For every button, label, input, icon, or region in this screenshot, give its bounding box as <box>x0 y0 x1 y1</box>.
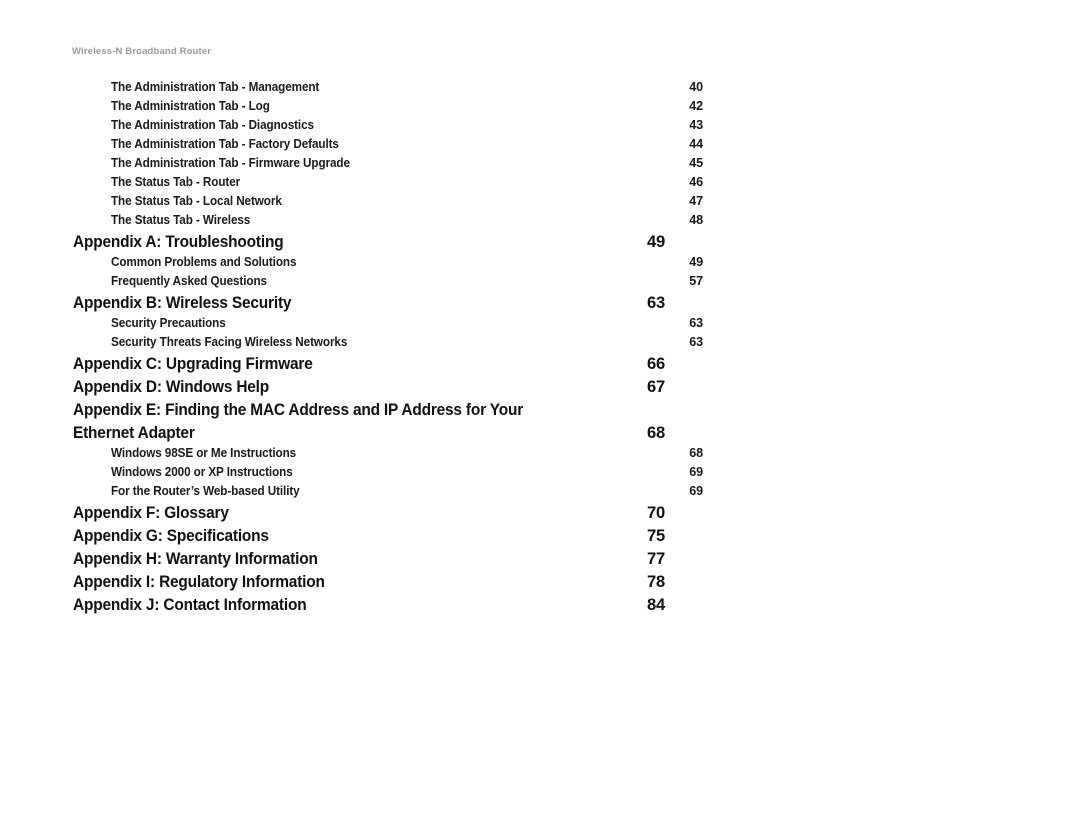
toc-entry[interactable]: Appendix I: Regulatory Information 78 <box>72 570 665 593</box>
table-of-contents: The Administration Tab - Management 40 The… <box>72 78 703 616</box>
toc-entry[interactable]: The Administration Tab - Firmware Upgrad… <box>72 154 703 173</box>
toc-entry-title: Common Problems and Solutions <box>111 255 297 269</box>
toc-entry-page-number: 42 <box>689 99 703 113</box>
toc-entry-page-number: 69 <box>689 484 703 498</box>
toc-entry[interactable]: The Status Tab - Wireless 48 <box>72 211 703 230</box>
toc-entry[interactable]: Windows 98SE or Me Instructions 68 <box>72 444 703 463</box>
toc-entry[interactable]: Appendix J: Contact Information 84 <box>72 593 665 616</box>
toc-entry-title: Appendix A: Troubleshooting <box>73 232 284 251</box>
running-header: Wireless-N Broadband Router <box>72 46 212 57</box>
toc-entry[interactable]: The Administration Tab - Management 40 <box>72 78 703 97</box>
toc-entry-page-number: 69 <box>689 465 703 479</box>
toc-entry[interactable]: The Administration Tab - Log 42 <box>72 97 703 116</box>
toc-entry-page-number: 47 <box>689 194 703 208</box>
toc-entry-page-number: 75 <box>646 526 665 545</box>
toc-entry-title: Appendix G: Specifications <box>73 526 269 545</box>
toc-entry-page-number: 68 <box>646 423 665 442</box>
toc-entry-page-number: 57 <box>689 274 703 288</box>
toc-entry-page-number: 68 <box>689 446 703 460</box>
toc-entry[interactable]: The Administration Tab - Diagnostics 43 <box>72 116 703 135</box>
toc-entry-title: Appendix C: Upgrading Firmware <box>73 354 313 373</box>
toc-entry[interactable]: The Administration Tab - Factory Default… <box>72 135 703 154</box>
toc-entry-title: Security Threats Facing Wireless Network… <box>111 335 348 349</box>
toc-entry[interactable]: Security Precautions 63 <box>72 314 703 333</box>
toc-entry-page-number: 43 <box>689 118 703 132</box>
toc-entry-title: The Administration Tab - Management <box>111 80 320 94</box>
toc-entry[interactable]: Frequently Asked Questions 57 <box>72 272 703 291</box>
toc-entry[interactable]: For the Router’s Web-based Utility 69 <box>72 482 703 501</box>
toc-entry-page-number: 48 <box>689 213 703 227</box>
toc-entry-title: Appendix I: Regulatory Information <box>73 572 325 591</box>
toc-entry[interactable]: Common Problems and Solutions 49 <box>72 253 703 272</box>
toc-entry-title: Appendix D: Windows Help <box>73 377 270 396</box>
toc-entry-title: Appendix E: Finding the MAC Address and … <box>73 400 524 419</box>
toc-entry[interactable]: Appendix F: Glossary 70 <box>72 501 665 524</box>
toc-entry-page-number: 67 <box>646 377 665 396</box>
toc-entry-page-number: 66 <box>646 354 665 373</box>
toc-entry[interactable]: Appendix C: Upgrading Firmware 66 <box>72 352 665 375</box>
toc-entry-title: Frequently Asked Questions <box>111 274 267 288</box>
toc-entry-page-number: 70 <box>646 503 665 522</box>
toc-entry-page-number: 46 <box>689 175 703 189</box>
toc-entry[interactable]: Appendix D: Windows Help 67 <box>72 375 665 398</box>
toc-entry-page-number: 84 <box>646 595 665 614</box>
toc-entry[interactable]: Windows 2000 or XP Instructions 69 <box>72 463 703 482</box>
document-page: Wireless-N Broadband Router The Administ… <box>0 0 1080 834</box>
toc-entry-title: The Status Tab - Router <box>111 175 241 189</box>
toc-entry[interactable]: Ethernet Adapter 68 <box>72 421 665 444</box>
toc-entry-title: The Administration Tab - Factory Default… <box>111 137 339 151</box>
toc-entry[interactable]: Appendix E: Finding the MAC Address and … <box>72 398 665 421</box>
toc-entry-page-number: 63 <box>689 316 703 330</box>
toc-entry[interactable]: The Status Tab - Router 46 <box>72 173 703 192</box>
toc-entry-page-number: 49 <box>689 255 703 269</box>
toc-entry-page-number: 45 <box>689 156 703 170</box>
toc-entry[interactable]: Security Threats Facing Wireless Network… <box>72 333 703 352</box>
toc-entry-title: Appendix J: Contact Information <box>73 595 307 614</box>
toc-entry-page-number: 49 <box>646 232 665 251</box>
toc-entry-title: Security Precautions <box>111 316 226 330</box>
toc-entry-page-number: 77 <box>646 549 665 568</box>
toc-entry-page-number: 63 <box>646 293 665 312</box>
toc-entry-title: The Status Tab - Wireless <box>111 213 251 227</box>
toc-entry-title: Windows 98SE or Me Instructions <box>111 446 297 460</box>
toc-entry-title: The Status Tab - Local Network <box>111 194 282 208</box>
toc-entry-page-number: 40 <box>689 80 703 94</box>
toc-entry-title: Appendix F: Glossary <box>73 503 229 522</box>
toc-entry-title: The Administration Tab - Diagnostics <box>111 118 314 132</box>
toc-entry[interactable]: The Status Tab - Local Network 47 <box>72 192 703 211</box>
toc-entry[interactable]: Appendix B: Wireless Security 63 <box>72 291 665 314</box>
toc-entry-title: Ethernet Adapter <box>73 423 195 442</box>
toc-entry[interactable]: Appendix H: Warranty Information 77 <box>72 547 665 570</box>
toc-entry-page-number: 63 <box>689 335 703 349</box>
toc-entry-title: Appendix B: Wireless Security <box>73 293 292 312</box>
toc-entry[interactable]: Appendix G: Specifications 75 <box>72 524 665 547</box>
toc-entry-title: The Administration Tab - Firmware Upgrad… <box>111 156 350 170</box>
toc-entry[interactable]: Appendix A: Troubleshooting 49 <box>72 230 665 253</box>
toc-entry-page-number: 44 <box>689 137 703 151</box>
toc-entry-page-number: 78 <box>646 572 665 591</box>
toc-entry-title: The Administration Tab - Log <box>111 99 270 113</box>
toc-entry-title: Appendix H: Warranty Information <box>73 549 318 568</box>
toc-entry-title: For the Router’s Web-based Utility <box>111 484 300 498</box>
toc-entry-title: Windows 2000 or XP Instructions <box>111 465 293 479</box>
